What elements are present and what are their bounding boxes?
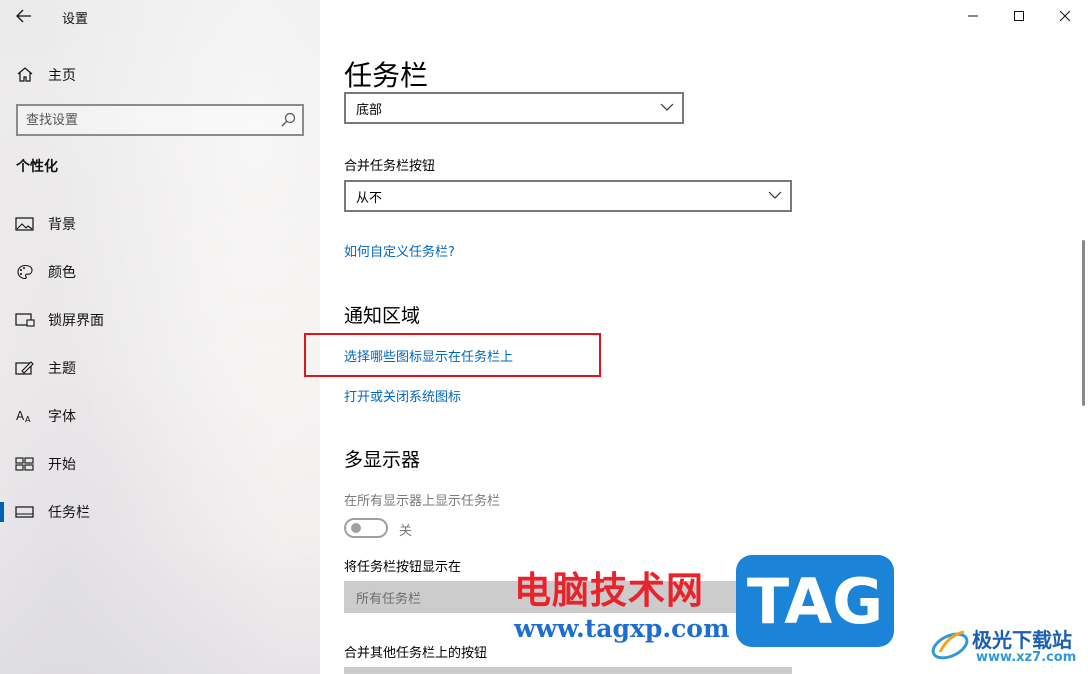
sidebar-item-colors[interactable]: 颜色 [0,252,320,292]
home-icon [17,67,33,82]
taskbar-location-value: 底部 [356,103,383,118]
combine-other-select[interactable] [344,667,792,674]
sidebar-item-fonts[interactable]: AA 字体 [0,396,320,436]
theme-brush-icon [15,361,34,375]
highlight-box [304,333,601,377]
minimize-button[interactable] [950,0,996,32]
back-button[interactable] [8,2,40,30]
sidebar: 设置 主页 个性化 背景 颜色 锁屏界面 主题 AA 字体 开始 任务栏 [0,0,320,674]
font-icon: AA [16,409,31,424]
sidebar-home-label: 主页 [48,68,76,84]
palette-icon [17,264,33,280]
watermark-site-name: 电脑技术网 [514,569,704,612]
taskbar-location-select[interactable]: 底部 [344,92,684,124]
sidebar-item-label: 背景 [48,217,76,233]
toggle-knob [351,523,361,533]
minimize-icon [968,15,978,17]
watermark-tag-logo: TAG [736,555,894,647]
sidebar-item-label: 字体 [48,409,76,425]
toggle-state-label: 关 [399,524,413,539]
search-icon [281,112,296,127]
sidebar-item-label: 锁屏界面 [48,313,104,329]
picture-icon [15,217,34,231]
search-input[interactable] [26,111,266,129]
chevron-down-icon [768,191,782,199]
show-on-all-displays-label: 在所有显示器上显示任务栏 [344,494,501,509]
sidebar-item-label: 开始 [48,457,76,473]
sidebar-home[interactable]: 主页 [0,60,320,88]
maximize-button[interactable] [996,0,1042,32]
active-indicator [0,502,4,522]
search-box[interactable] [16,104,304,136]
taskbar-icon [15,506,34,518]
show-buttons-on-label: 将任务栏按钮显示在 [344,560,462,575]
watermark-xz-url: www.xz7.com [976,650,1077,665]
multiple-displays-title: 多显示器 [344,449,421,471]
sidebar-item-label: 颜色 [48,265,76,281]
chevron-down-icon [660,103,674,111]
close-button[interactable] [1042,0,1088,32]
sidebar-item-label: 任务栏 [48,505,90,521]
show-on-all-displays-toggle[interactable] [344,518,388,538]
sidebar-item-lockscreen[interactable]: 锁屏界面 [0,300,320,340]
sidebar-item-taskbar[interactable]: 任务栏 [0,492,320,532]
lockscreen-icon [15,313,35,327]
watermark-tag-text: TAG [746,565,884,638]
notification-area-title: 通知区域 [344,305,421,327]
combine-other-label: 合并其他任务栏上的按钮 [344,646,488,661]
watermark-xz-name: 极光下载站 [972,628,1072,652]
customize-taskbar-link[interactable]: 如何自定义任务栏? [344,241,455,260]
sidebar-item-background[interactable]: 背景 [0,204,320,244]
watermark-site-url: www.tagxp.com [514,614,730,643]
system-icons-link[interactable]: 打开或关闭系统图标 [344,386,461,405]
maximize-icon [1014,11,1024,21]
section-header: 个性化 [16,159,58,175]
combine-buttons-label: 合并任务栏按钮 [344,159,436,174]
app-title: 设置 [62,12,89,27]
sidebar-item-label: 主题 [48,361,76,377]
close-icon [1059,10,1071,22]
aurora-logo-icon [931,630,969,660]
back-arrow-icon [16,9,31,23]
combine-buttons-value: 从不 [356,191,383,206]
show-buttons-on-value: 所有任务栏 [356,592,422,607]
svg-text:A: A [16,409,25,423]
start-tiles-icon [15,457,34,471]
sidebar-item-start[interactable]: 开始 [0,444,320,484]
sidebar-item-themes[interactable]: 主题 [0,348,320,388]
scrollbar[interactable] [1082,240,1085,406]
combine-buttons-select[interactable]: 从不 [344,180,792,212]
svg-text:A: A [25,415,31,424]
page-title: 任务栏 [344,59,429,92]
